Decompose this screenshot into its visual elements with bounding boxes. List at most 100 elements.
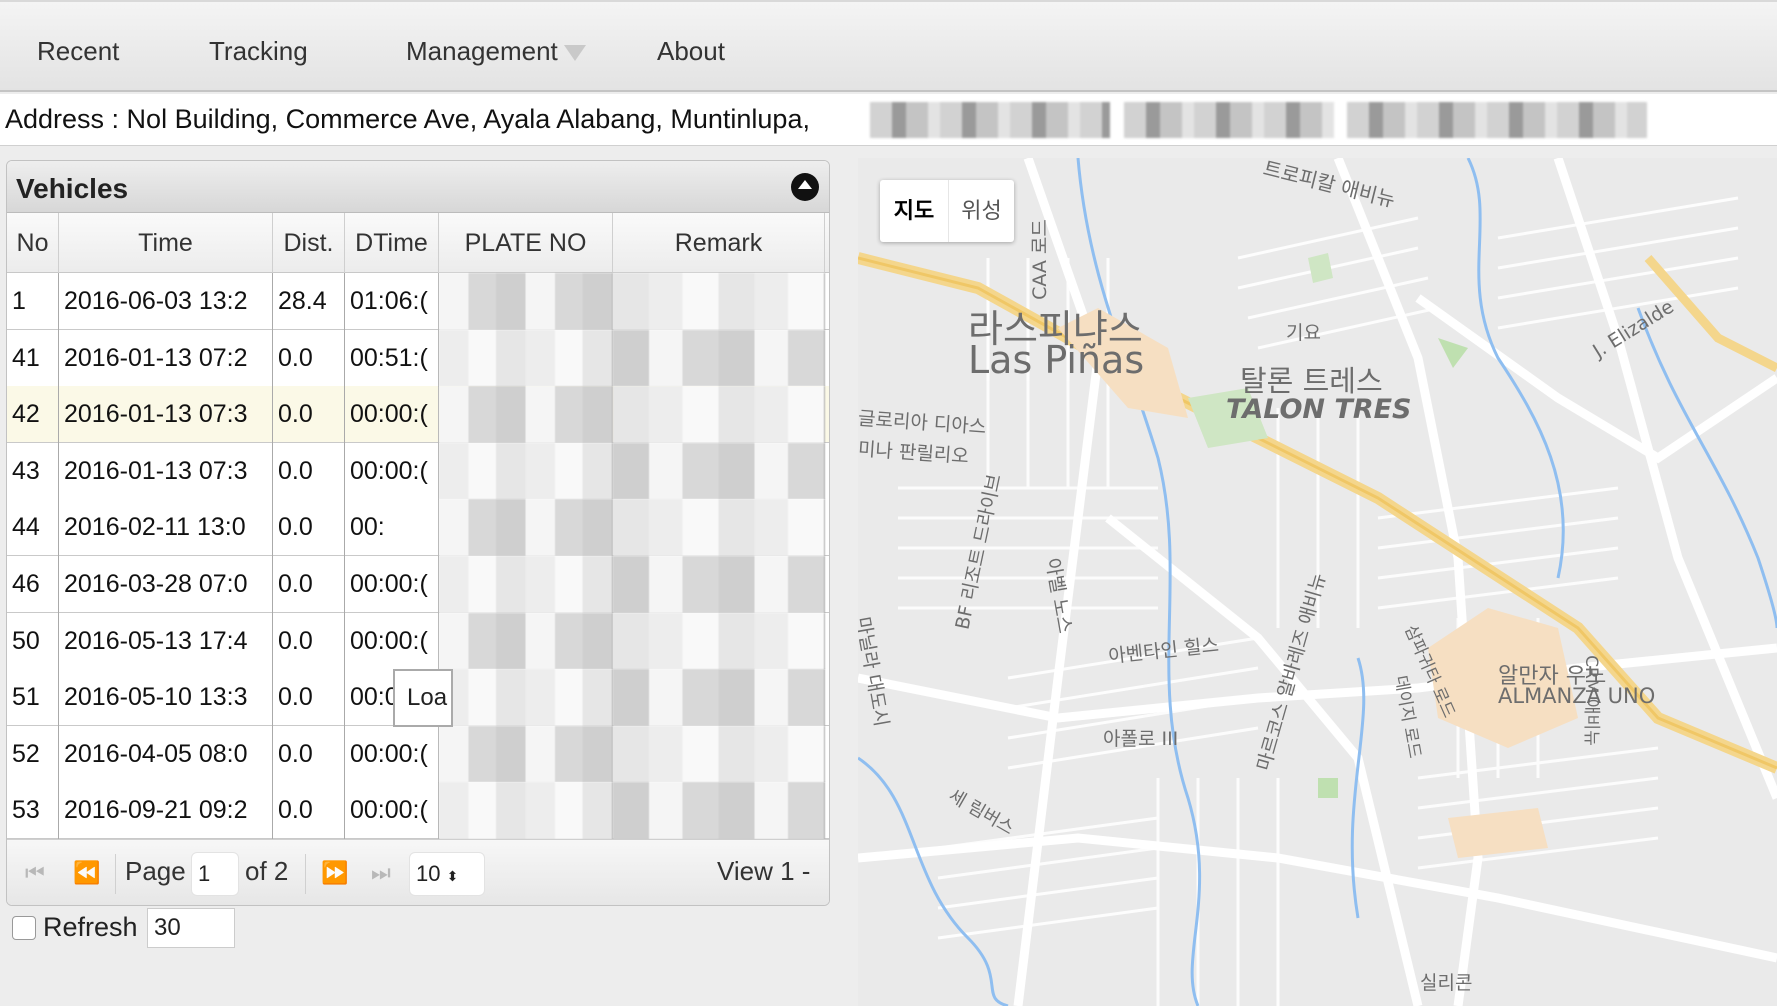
cell-time: 2016-03-28 07:0 <box>59 556 273 613</box>
pager-divider <box>115 854 116 894</box>
next-page-icon[interactable]: ⏩ <box>321 860 348 886</box>
loading-indicator: Loa <box>393 669 453 727</box>
cell-time: 2016-05-13 17:4 <box>59 612 273 670</box>
redacted-address <box>870 102 1110 138</box>
collapse-icon[interactable] <box>791 173 819 201</box>
first-page-icon[interactable]: ⏮ <box>25 860 45 886</box>
menu-tracking[interactable]: Tracking <box>209 36 308 67</box>
cell-time: 2016-06-03 13:2 <box>59 273 273 330</box>
table-row[interactable]: 41 2016-01-13 07:2 0.0 00:51:( <box>7 329 829 387</box>
redacted-address <box>1124 102 1334 138</box>
menu-management[interactable]: Management <box>406 36 586 67</box>
map-label: ALMANZA UNO <box>1498 684 1656 708</box>
page-count: of 2 <box>245 856 289 886</box>
cell-dist: 0.0 <box>273 612 345 670</box>
menu-management-label: Management <box>406 36 558 66</box>
cell-plate-no-redacted <box>439 725 613 783</box>
menu-about[interactable]: About <box>657 36 725 67</box>
cell-plate-no-redacted <box>439 499 613 557</box>
cell-remark-redacted <box>613 782 825 840</box>
column-header-remark[interactable]: Remark <box>613 213 825 273</box>
pager-divider <box>305 854 306 894</box>
cell-no: 46 <box>7 556 59 613</box>
last-page-icon[interactable]: ⏭ <box>371 860 391 886</box>
cell-dist: 0.0 <box>273 329 345 387</box>
table-row[interactable]: 50 2016-05-13 17:4 0.0 00:00:( <box>7 612 829 670</box>
menu-recent[interactable]: Recent <box>37 36 119 67</box>
cell-remark-redacted <box>613 725 825 783</box>
cell-remark-redacted <box>613 612 825 670</box>
cell-dtime: 00:00:( <box>345 725 439 783</box>
table-row[interactable]: 1 2016-06-03 13:2 28.4 01:06:( <box>7 273 829 330</box>
refresh-interval-input[interactable]: 30 <box>147 908 235 948</box>
page-size-select[interactable]: 10 ⬍ <box>409 852 485 896</box>
column-header-plate-no[interactable]: PLATE NO <box>439 213 613 273</box>
cell-no: 43 <box>7 442 59 500</box>
cell-time: 2016-01-13 07:3 <box>59 442 273 500</box>
cell-no: 44 <box>7 499 59 557</box>
map-label: CAA 로드 <box>1028 219 1051 300</box>
top-menu-bar: Recent Tracking Management About <box>0 0 1777 92</box>
cell-dist: 0.0 <box>273 725 345 783</box>
cell-remark-redacted <box>613 273 825 330</box>
table-row[interactable]: 43 2016-01-13 07:3 0.0 00:00:( <box>7 442 829 500</box>
map-label: TALON TRES <box>1226 394 1412 425</box>
cell-dtime: 00:00:( <box>345 386 439 444</box>
map-label: 기요 <box>1286 322 1321 344</box>
cell-remark-redacted <box>613 329 825 387</box>
cell-dtime: 00:00:( <box>345 782 439 840</box>
map-label: 실리콘 <box>1420 972 1473 994</box>
cell-dist: 0.0 <box>273 442 345 500</box>
map-type-satellite[interactable]: 위성 <box>948 180 1014 242</box>
address-bar: Address : Nol Building, Commerce Ave, Ay… <box>0 94 1777 146</box>
panel-title: Vehicles <box>16 173 129 204</box>
map-view[interactable]: 지도 위성 라스피냐스 Las Piñas 탈론 트레스 TALON TRES … <box>858 158 1777 1006</box>
table-row[interactable]: 46 2016-03-28 07:0 0.0 00:00:( <box>7 556 829 613</box>
grid-header: No Time Dist. DTime PLATE NO Remark <box>7 213 829 273</box>
chevron-down-icon <box>563 45 586 62</box>
prev-page-icon[interactable]: ⏪ <box>73 860 100 886</box>
column-header-time[interactable]: Time <box>59 213 273 273</box>
cell-no: 1 <box>7 273 59 330</box>
refresh-checkbox[interactable] <box>12 916 36 940</box>
column-header-dtime[interactable]: DTime <box>345 213 439 273</box>
cell-plate-no-redacted <box>439 329 613 387</box>
map-label: CRM 애비뉴 <box>1580 655 1601 746</box>
map-type-toggle: 지도 위성 <box>880 180 1014 242</box>
page-size-value: 10 <box>416 861 441 886</box>
column-header-no[interactable]: No <box>7 213 59 273</box>
table-row[interactable]: 52 2016-04-05 08:0 0.0 00:00:( <box>7 725 829 783</box>
table-row[interactable]: 42 2016-01-13 07:3 0.0 00:00:( <box>7 386 829 444</box>
pager: ⏮ ⏪ Page 1 of 2 ⏩ ⏭ 10 ⬍ View 1 - <box>7 839 829 905</box>
cell-time: 2016-09-21 09:2 <box>59 782 273 840</box>
cell-dtime: 00:00:( <box>345 612 439 670</box>
cell-dist: 28.4 <box>273 273 345 330</box>
page-input[interactable]: 1 <box>191 852 239 896</box>
table-row[interactable]: 53 2016-09-21 09:2 0.0 00:00:( <box>7 782 829 840</box>
cell-time: 2016-04-05 08:0 <box>59 725 273 783</box>
cell-dist: 0.0 <box>273 782 345 840</box>
cell-no: 52 <box>7 725 59 783</box>
table-row[interactable]: 44 2016-02-11 13:0 0.0 00: <box>7 499 829 557</box>
cell-no: 53 <box>7 782 59 840</box>
cell-dtime: 00:51:( <box>345 329 439 387</box>
cell-dtime: 01:06:( <box>345 273 439 330</box>
cell-no: 50 <box>7 612 59 670</box>
cell-remark-redacted <box>613 669 825 727</box>
cell-plate-no-redacted <box>439 442 613 500</box>
cell-dist: 0.0 <box>273 669 345 727</box>
cell-plate-no-redacted <box>439 556 613 613</box>
cell-time: 2016-01-13 07:2 <box>59 329 273 387</box>
column-header-dist[interactable]: Dist. <box>273 213 345 273</box>
select-arrows-icon: ⬍ <box>446 868 459 884</box>
cell-plate-no-redacted <box>439 669 613 727</box>
page-label: Page <box>125 856 186 886</box>
map-type-roadmap[interactable]: 지도 <box>880 180 948 242</box>
cell-remark-redacted <box>613 499 825 557</box>
cell-no: 41 <box>7 329 59 387</box>
panel-header: Vehicles <box>7 161 829 213</box>
map-label: Las Piñas <box>968 338 1145 382</box>
grid-body: 1 2016-06-03 13:2 28.4 01:06:(41 2016-01-13 … <box>7 273 829 840</box>
view-range: View 1 - <box>717 856 811 886</box>
redacted-address <box>1347 102 1647 138</box>
